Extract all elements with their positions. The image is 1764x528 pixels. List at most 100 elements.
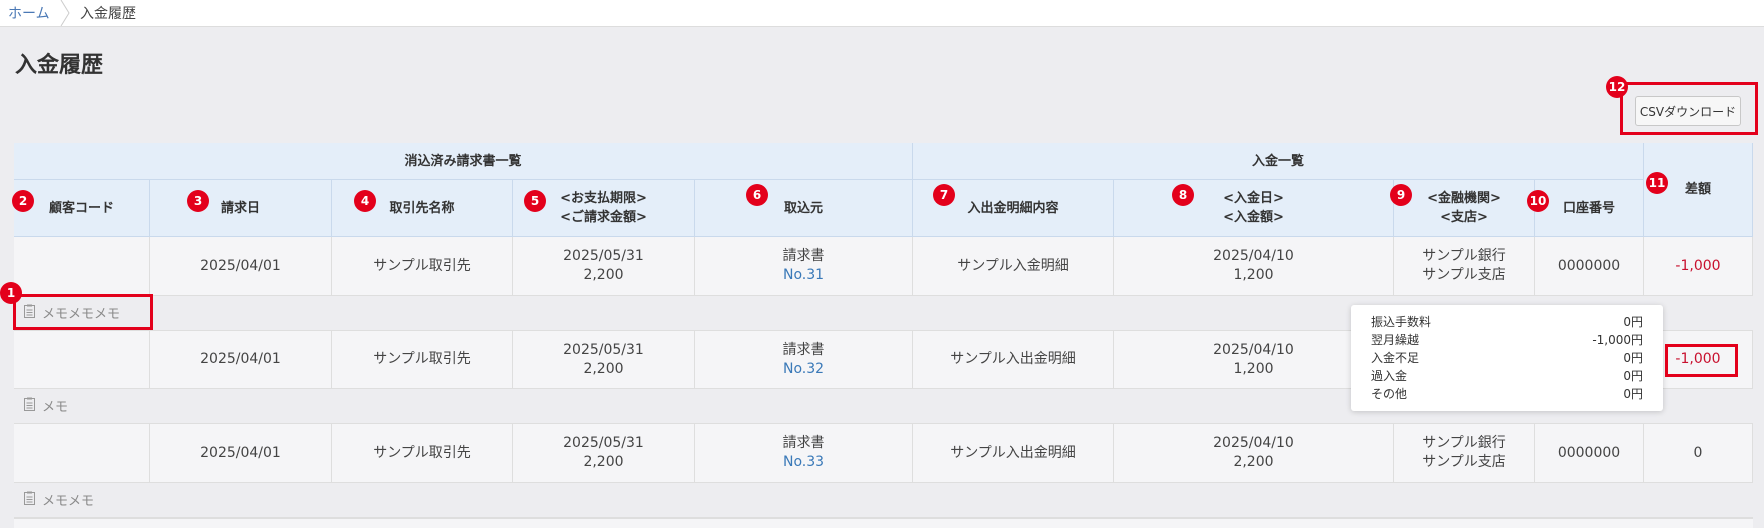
group-header-invoices: 消込済み請求書一覧 — [14, 143, 913, 180]
col-header-due-label: <お支払期限> — [560, 191, 647, 206]
col-header-billed-label: <ご請求金額> — [560, 210, 647, 225]
cell-due-date: 2025/05/31 — [563, 248, 644, 264]
page-title: 入金履歴 — [15, 53, 104, 78]
annotation-badge-4: 4 — [354, 190, 376, 212]
col-header-bank-label: <金融機関> — [1427, 191, 1501, 206]
breadcrumb-current: 入金履歴 — [80, 6, 136, 22]
cell-pay-date: 2025/04/10 — [1213, 435, 1294, 451]
diff-breakdown-tooltip: 振込手数料 0円 翌月繰越 -1,000円 入金不足 0円 過入金 0円 その他 0円 — [1351, 305, 1663, 411]
col-header-bank: <金融機関> <支店> — [1394, 180, 1535, 237]
cell-pay-date: 2025/04/10 — [1213, 248, 1294, 264]
table-row-partial — [14, 518, 1753, 528]
tooltip-value: 0円 — [1623, 387, 1643, 401]
cell-partner: サンプル取引先 — [332, 331, 513, 388]
cell-bank-name: サンプル銀行 — [1422, 248, 1506, 264]
cell-source: 請求書 No.32 — [695, 331, 913, 388]
cell-statement: サンプル入金明細 — [913, 237, 1114, 295]
cell-account: 0000000 — [1535, 424, 1644, 482]
annotation-box-diff — [1665, 344, 1738, 377]
annotation-box-1 — [13, 294, 153, 330]
tooltip-label: その他 — [1371, 387, 1408, 401]
cell-invoice-date: 2025/04/01 — [150, 424, 332, 482]
col-header-branch-label: <支店> — [1440, 210, 1488, 225]
invoice-link[interactable]: No.32 — [783, 360, 824, 379]
cell-invoice-date: 2025/04/01 — [150, 331, 332, 388]
tooltip-row: 振込手数料 0円 — [1371, 313, 1643, 331]
cell-customer-code — [14, 237, 150, 295]
col-header-invoice-date: 請求日 — [150, 180, 332, 237]
tooltip-label: 振込手数料 — [1371, 315, 1432, 329]
invoice-link[interactable]: No.31 — [783, 266, 824, 285]
cell-pay: 2025/04/10 2,200 — [1114, 424, 1394, 482]
cell-source: 請求書 No.33 — [695, 424, 913, 482]
tooltip-value: 0円 — [1623, 369, 1643, 383]
cell-due-date: 2025/05/31 — [563, 341, 644, 358]
col-header-account: 口座番号 — [1535, 180, 1644, 237]
cell-bank-name: サンプル銀行 — [1422, 435, 1506, 451]
annotation-box-12 — [1620, 82, 1758, 135]
cell-bank: サンプル銀行 サンプル支店 — [1394, 424, 1535, 482]
breadcrumb-home-link[interactable]: ホーム — [8, 3, 50, 23]
cell-due-amount: 2025/05/31 2,200 — [513, 424, 695, 482]
cell-diff[interactable]: 0 — [1644, 424, 1753, 482]
tooltip-row: その他 0円 — [1371, 385, 1643, 403]
clipboard-icon — [24, 491, 35, 505]
cell-pay-amount: 1,200 — [1233, 267, 1274, 283]
cell-billed: 2,200 — [583, 267, 624, 283]
tooltip-label: 入金不足 — [1371, 351, 1420, 365]
tooltip-value: 0円 — [1623, 315, 1643, 329]
col-header-source: 取込元 — [695, 180, 913, 237]
col-header-diff-label: 差額 — [1684, 182, 1711, 197]
cell-billed: 2,200 — [583, 454, 624, 470]
cell-partner: サンプル取引先 — [332, 237, 513, 295]
col-header-pay-date: <入金日> <入金額> — [1114, 180, 1394, 237]
tooltip-value: -1,000円 — [1592, 333, 1643, 347]
cell-partner: サンプル取引先 — [332, 424, 513, 482]
cell-customer-code — [14, 424, 150, 482]
tooltip-row: 翌月繰越 -1,000円 — [1371, 331, 1643, 349]
cell-customer-code — [14, 331, 150, 388]
cell-pay-amount: 2,200 — [1233, 454, 1274, 470]
tooltip-row: 入金不足 0円 — [1371, 349, 1643, 367]
cell-billed: 2,200 — [583, 360, 624, 377]
annotation-badge-5: 5 — [524, 190, 546, 212]
chevron-right-icon — [60, 0, 70, 26]
cell-diff[interactable]: -1,000 — [1644, 237, 1753, 295]
cell-due-date: 2025/05/31 — [563, 435, 644, 451]
cell-source-label: 請求書 — [782, 435, 825, 451]
invoice-link[interactable]: No.33 — [783, 453, 824, 472]
cell-due-amount: 2025/05/31 2,200 — [513, 331, 695, 388]
cell-bank: サンプル銀行 サンプル支店 — [1394, 237, 1535, 295]
col-header-pay-amount-label: <入金額> — [1223, 210, 1284, 225]
cell-branch-name: サンプル支店 — [1422, 267, 1506, 283]
memo-text: メモ — [42, 400, 69, 415]
annotation-badge-11: 11 — [1646, 172, 1668, 194]
cell-branch-name: サンプル支店 — [1422, 454, 1506, 470]
clipboard-icon — [24, 397, 35, 411]
tooltip-label: 翌月繰越 — [1371, 333, 1420, 347]
cell-invoice-date: 2025/04/01 — [150, 237, 332, 295]
annotation-badge-3: 3 — [187, 190, 209, 212]
cell-source: 請求書 No.31 — [695, 237, 913, 295]
cell-pay-amount: 1,200 — [1233, 360, 1274, 377]
tooltip-row: 過入金 0円 — [1371, 367, 1643, 385]
annotation-badge-8: 8 — [1172, 184, 1194, 206]
tooltip-label: 過入金 — [1371, 369, 1408, 383]
col-header-customer-code: 顧客コード — [14, 180, 150, 237]
annotation-badge-2: 2 — [12, 190, 34, 212]
memo-text: メモメモ — [42, 494, 95, 509]
breadcrumb: ホーム 入金履歴 — [0, 0, 1764, 27]
memo-row: メモメモ — [14, 482, 1753, 518]
annotation-badge-6: 6 — [746, 184, 768, 206]
cell-account: 0000000 — [1535, 237, 1644, 295]
cell-due-amount: 2025/05/31 2,200 — [513, 237, 695, 295]
annotation-badge-9: 9 — [1390, 184, 1412, 206]
cell-statement: サンプル入出金明細 — [913, 424, 1114, 482]
annotation-badge-12: 12 — [1606, 76, 1628, 98]
col-header-pay-date-label: <入金日> — [1223, 191, 1284, 206]
cell-statement: サンプル入出金明細 — [913, 331, 1114, 388]
cell-pay: 2025/04/10 1,200 — [1114, 237, 1394, 295]
group-header-payments: 入金一覧 — [913, 143, 1644, 180]
tooltip-value: 0円 — [1623, 351, 1643, 365]
annotation-badge-7: 7 — [933, 184, 955, 206]
